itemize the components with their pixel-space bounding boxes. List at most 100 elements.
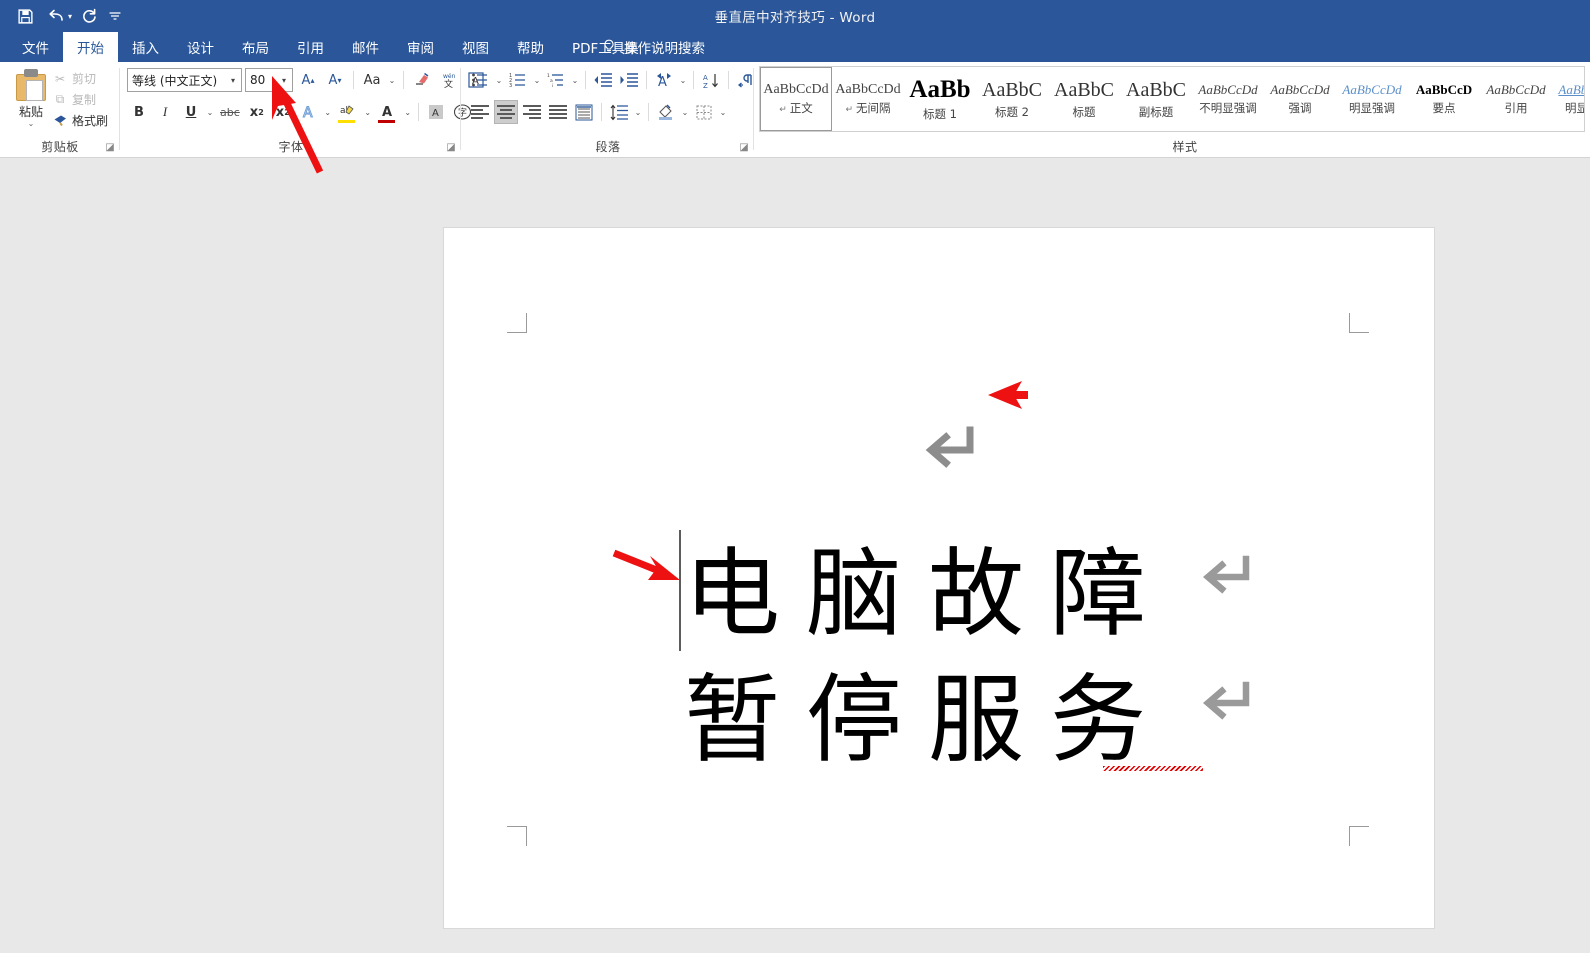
empty-paragraph-mark (922, 426, 984, 472)
ribbon-body: 粘贴 ⌄ ✂ 剪切 ⧉ 复制 格式刷 剪贴板 ◪ 等线 (中文正文) ▾ 80 … (0, 62, 1590, 158)
copy-button[interactable]: ⧉ 复制 (52, 89, 118, 110)
font-size-dropdown-icon[interactable]: ▾ (276, 76, 292, 85)
tab-review[interactable]: 审阅 (393, 32, 448, 62)
style-name: 要点 (1432, 101, 1456, 115)
styles-gallery[interactable]: AaBbCcDd ↵ 正文 AaBbCcDd ↵ 无间隔 AaBb 标题 1 A… (759, 66, 1585, 132)
tab-layout[interactable]: 布局 (228, 32, 283, 62)
style-item-title[interactable]: AaBbC 标题 (1048, 67, 1120, 131)
character-shading-button[interactable]: A (424, 100, 448, 124)
svg-text:Z: Z (703, 82, 708, 89)
align-center-button[interactable] (494, 100, 518, 124)
underline-dropdown-icon[interactable]: ⌄ (205, 108, 215, 117)
numbering-dropdown-icon[interactable]: ⌄ (532, 76, 542, 85)
paste-button[interactable]: 粘贴 ⌄ (8, 66, 54, 134)
align-left-button[interactable] (468, 100, 492, 124)
margin-mark-top-left (507, 313, 527, 333)
subscript-button[interactable]: x2 (245, 100, 269, 124)
style-preview: AaBbCcDd (1486, 82, 1546, 97)
ribbon-group-styles: AaBbCcDd ↵ 正文 AaBbCcDd ↵ 无间隔 AaBb 标题 1 A… (755, 62, 1590, 158)
asian-layout-dropdown-icon[interactable]: ⌄ (678, 76, 688, 85)
shading-dropdown-icon[interactable]: ⌄ (680, 108, 690, 117)
bold-button[interactable]: B (127, 100, 151, 124)
lightbulb-icon (602, 39, 616, 55)
style-item-subtle-emphasis[interactable]: AaBbCcDd 不明显强调 (1192, 67, 1264, 131)
font-group-label: 字体 (278, 140, 304, 154)
change-case-dropdown-icon[interactable]: ⌄ (387, 76, 397, 85)
phonetic-guide-button[interactable]: wén 文 (437, 68, 461, 92)
distribute-button[interactable] (572, 100, 596, 124)
font-dialog-launcher[interactable]: ◪ (445, 142, 457, 154)
font-color-button[interactable]: A (375, 100, 401, 124)
ribbon-group-clipboard: 粘贴 ⌄ ✂ 剪切 ⧉ 复制 格式刷 剪贴板 ◪ (0, 62, 120, 158)
document-page[interactable]: 电脑故障 暂停服务 (444, 228, 1434, 928)
tab-view[interactable]: 视图 (448, 32, 503, 62)
tab-references[interactable]: 引用 (283, 32, 338, 62)
text-highlight-color-button[interactable]: ab (335, 100, 361, 124)
style-item-subtitle[interactable]: AaBbC 副标题 (1120, 67, 1192, 131)
asian-layout-button[interactable]: A (652, 68, 676, 92)
style-name: 不明显强调 (1199, 101, 1257, 115)
margin-mark-top-right (1349, 313, 1369, 333)
clipboard-dialog-launcher[interactable]: ◪ (104, 142, 116, 154)
style-item-quote[interactable]: AaBbCcDd 引用 (1480, 67, 1552, 131)
document-line-1[interactable]: 电脑故障 (684, 538, 1172, 650)
copy-label: 复制 (72, 93, 97, 107)
italic-button[interactable]: I (153, 100, 177, 124)
numbering-button[interactable]: 123 (506, 68, 530, 92)
font-name-combo[interactable]: 等线 (中文正文) ▾ (127, 68, 242, 92)
style-item-heading1[interactable]: AaBb 标题 1 (904, 67, 976, 131)
tab-design[interactable]: 设计 (173, 32, 228, 62)
format-painter-icon (52, 113, 68, 129)
bullets-button[interactable] (468, 68, 492, 92)
justify-button[interactable] (546, 100, 570, 124)
multilevel-dropdown-icon[interactable]: ⌄ (570, 76, 580, 85)
tab-file[interactable]: 文件 (8, 32, 63, 62)
style-preview: AaBbC (1126, 78, 1186, 101)
tell-me-search[interactable]: 操作说明搜索 (602, 32, 705, 62)
style-item-intense-quote[interactable]: AaBbCcDd 明显引用 (1552, 67, 1584, 131)
style-item-body[interactable]: AaBbCcDd ↵ 正文 (760, 67, 832, 131)
line-spacing-dropdown-icon[interactable]: ⌄ (633, 108, 643, 117)
text-effects-dropdown-icon[interactable]: ⌄ (323, 108, 333, 117)
shrink-font-button[interactable]: A ▾ (323, 68, 347, 92)
font-color-dropdown-icon[interactable]: ⌄ (403, 108, 413, 117)
sort-button[interactable]: AZ (699, 68, 723, 92)
style-item-intense-emphasis[interactable]: AaBbCcDd 明显强调 (1336, 67, 1408, 131)
change-case-button[interactable]: Aa (360, 68, 384, 92)
svg-text:A: A (703, 74, 708, 82)
highlight-dropdown-icon[interactable]: ⌄ (363, 108, 373, 117)
line-spacing-button[interactable] (607, 100, 631, 124)
style-item-emphasis[interactable]: AaBbCcDd 强调 (1264, 67, 1336, 131)
paragraph-dialog-launcher[interactable]: ◪ (738, 142, 750, 154)
format-painter-button[interactable]: 格式刷 (52, 110, 118, 131)
style-item-no-spacing[interactable]: AaBbCcDd ↵ 无间隔 (832, 67, 904, 131)
paste-dropdown-icon[interactable]: ⌄ (28, 120, 35, 128)
grow-font-button[interactable]: A ▴ (296, 68, 320, 92)
tab-insert[interactable]: 插入 (118, 32, 173, 62)
superscript-button[interactable]: x2 (271, 100, 295, 124)
bullets-dropdown-icon[interactable]: ⌄ (494, 76, 504, 85)
copy-icon: ⧉ (55, 92, 65, 106)
style-item-strong[interactable]: AaBbCcD 要点 (1408, 67, 1480, 131)
tab-help[interactable]: 帮助 (503, 32, 558, 62)
text-effects-button[interactable]: A (297, 100, 321, 124)
document-canvas[interactable]: 电脑故障 暂停服务 (0, 158, 1590, 953)
strikethrough-button[interactable]: abc (217, 100, 243, 124)
shading-button[interactable] (654, 100, 678, 124)
align-right-button[interactable] (520, 100, 544, 124)
tab-mailings[interactable]: 邮件 (338, 32, 393, 62)
cut-button[interactable]: ✂ 剪切 (52, 68, 118, 89)
font-name-dropdown-icon[interactable]: ▾ (225, 76, 241, 85)
increase-indent-button[interactable] (617, 68, 641, 92)
borders-button[interactable] (692, 100, 716, 124)
tab-home[interactable]: 开始 (63, 32, 118, 62)
decrease-indent-button[interactable] (591, 68, 615, 92)
style-item-heading2[interactable]: AaBbC 标题 2 (976, 67, 1048, 131)
borders-dropdown-icon[interactable]: ⌄ (718, 108, 728, 117)
font-name-value: 等线 (中文正文) (132, 73, 218, 88)
multilevel-list-button[interactable]: 1ai (544, 68, 568, 92)
font-size-combo[interactable]: 80 ▾ (245, 68, 293, 92)
document-line-2[interactable]: 暂停服务 (684, 664, 1172, 776)
underline-button[interactable]: U (179, 100, 203, 124)
clear-formatting-button[interactable] (410, 68, 434, 92)
